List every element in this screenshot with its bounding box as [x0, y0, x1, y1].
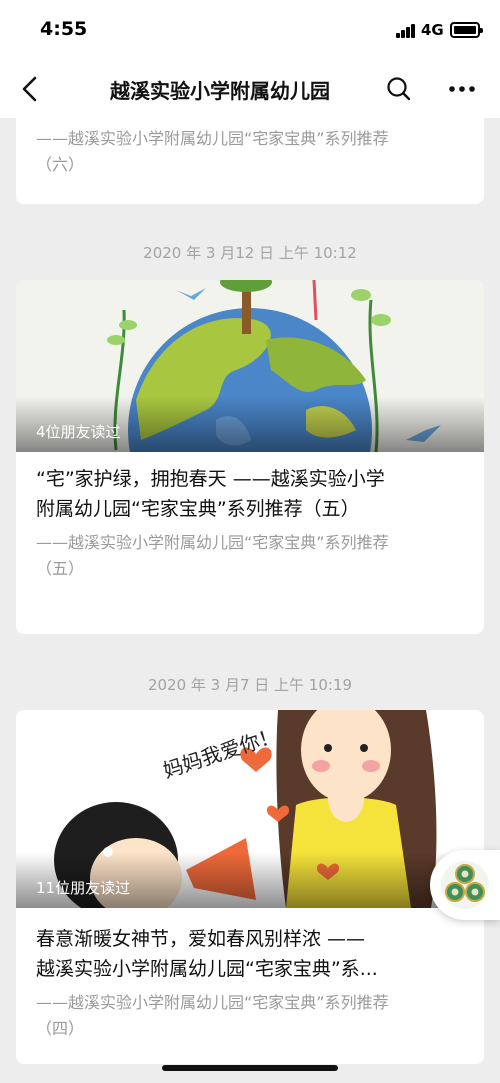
article-desc-line: ——越溪实验小学附属幼儿园“宅家宝典”系列推荐	[36, 129, 389, 148]
article-card[interactable]: 妈妈我爱你！ 11位朋友读过 春意渐暖女神节，爱如春风别样浓 —— 越溪实验小学…	[16, 710, 484, 1064]
article-title-line: 春意渐暖女神节，爱如春风别样浓 ——	[36, 928, 366, 950]
article-desc: ——越溪实验小学附属幼儿园“宅家宝典”系列推荐 （六）	[16, 118, 484, 178]
network-label: 4G	[421, 21, 444, 39]
article-cover-image[interactable]: 4位朋友读过	[16, 280, 484, 452]
article-title[interactable]: “宅”家护绿，拥抱春天 ——越溪实验小学 附属幼儿园“宅家宝典”系列推荐（五）	[16, 452, 484, 524]
article-title-line: 附属幼儿园“宅家宝典”系列推荐（五）	[36, 498, 360, 520]
article-desc-line: （五）	[36, 559, 85, 578]
read-count: 4位朋友读过	[36, 423, 121, 441]
article-desc-line: （六）	[36, 155, 85, 174]
article-desc-line: （四）	[36, 1019, 85, 1038]
article-title-line: 越溪实验小学附属幼儿园“宅家宝典”系...	[36, 958, 378, 980]
date-label: 2020 年 3 月7 日 上午 10:19	[147, 676, 353, 694]
article-desc: ——越溪实验小学附属幼儿园“宅家宝典”系列推荐 （四）	[16, 984, 484, 1042]
status-bar: 4:55 4G	[0, 0, 500, 60]
article-title[interactable]: 春意渐暖女神节，爱如春风别样浓 —— 越溪实验小学附属幼儿园“宅家宝典”系...	[16, 908, 484, 984]
article-desc: ——越溪实验小学附属幼儿园“宅家宝典”系列推荐 （五）	[16, 524, 484, 582]
more-button[interactable]	[444, 74, 480, 104]
article-card[interactable]: ——越溪实验小学附属幼儿园“宅家宝典”系列推荐 （六）	[16, 118, 484, 204]
read-count: 11位朋友读过	[36, 879, 131, 897]
article-card[interactable]: 4位朋友读过 “宅”家护绿，拥抱春天 ——越溪实验小学 附属幼儿园“宅家宝典”系…	[16, 280, 484, 634]
nav-bar: 越溪实验小学附属幼儿园	[0, 60, 500, 118]
article-list[interactable]: ——越溪实验小学附属幼儿园“宅家宝典”系列推荐 （六） 2020 年 3 月12…	[0, 118, 500, 1083]
date-label: 2020 年 3 月12 日 上午 10:12	[143, 244, 357, 262]
article-desc-line: ——越溪实验小学附属幼儿园“宅家宝典”系列推荐	[36, 533, 389, 552]
signal-icon	[396, 24, 416, 38]
search-icon	[387, 77, 411, 101]
status-time: 4:55	[40, 18, 88, 40]
battery-icon	[450, 22, 483, 38]
search-button[interactable]	[384, 74, 414, 104]
home-indicator[interactable]	[162, 1065, 338, 1071]
chevron-left-icon	[22, 76, 37, 102]
floating-window-icon	[441, 861, 489, 909]
article-cover-image[interactable]: 妈妈我爱你！ 11位朋友读过	[16, 710, 484, 908]
article-title-line: “宅”家护绿，拥抱春天 ——越溪实验小学	[36, 468, 385, 490]
page-title: 越溪实验小学附属幼儿园	[110, 79, 330, 103]
back-button[interactable]	[14, 72, 48, 106]
more-icon	[449, 86, 475, 92]
floating-window-button[interactable]	[430, 850, 500, 920]
article-desc-line: ——越溪实验小学附属幼儿园“宅家宝典”系列推荐	[36, 993, 389, 1012]
